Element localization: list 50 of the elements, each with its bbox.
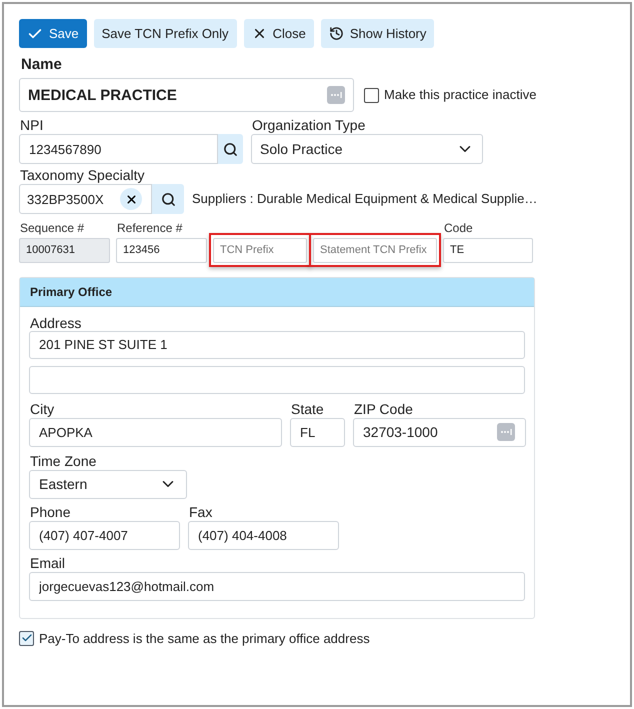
checkbox[interactable] — [19, 630, 34, 646]
field-label: NPI — [19, 117, 44, 133]
close-icon — [124, 192, 138, 206]
input-field[interactable]: jorgecuevas123@hotmail.com — [29, 572, 525, 600]
field-label: Address — [29, 314, 82, 330]
field-label: State — [290, 400, 325, 416]
input-field[interactable]: TE — [443, 238, 533, 262]
history-icon — [328, 26, 344, 41]
field-label: Fax — [188, 504, 214, 520]
field-label: Reference # — [116, 220, 184, 236]
input-field[interactable]: 123456 — [116, 238, 207, 262]
field-label: Phone — [29, 504, 72, 520]
input-field[interactable]: 201 PINE ST SUITE 1 — [29, 330, 525, 358]
checkbox-label: Make this practice inactive — [384, 86, 536, 104]
zip-field[interactable]: 32703-1000 — [353, 418, 526, 446]
search-icon — [223, 142, 238, 156]
taxonomy-description: Suppliers : Durable Medical Equipment & Medical Supplie… — [192, 190, 538, 208]
input-field[interactable]: 1234567890 — [19, 134, 218, 164]
field-label: Name — [20, 56, 63, 73]
search-icon — [160, 192, 176, 206]
field-label: City — [29, 400, 56, 416]
input-field[interactable]: FL — [290, 418, 345, 446]
clear-button[interactable] — [120, 188, 142, 210]
panel-header: Primary Office — [20, 278, 534, 306]
input-field[interactable]: (407) 404-4008 — [188, 520, 339, 550]
toolbar-button[interactable]: Close — [244, 19, 314, 48]
input-field[interactable]: Statement TCN Prefix — [313, 238, 437, 262]
input-field[interactable]: TCN Prefix — [213, 238, 307, 262]
input-field[interactable]: APOPKA — [29, 418, 282, 446]
field-label: Sequence # — [19, 220, 86, 236]
search-button[interactable] — [152, 184, 184, 214]
toolbar-button[interactable]: Save TCN Prefix Only — [94, 19, 237, 48]
text-input[interactable]: 332BP3500X — [20, 185, 120, 213]
field-label: Time Zone — [29, 452, 98, 468]
checkbox-label: Pay-To address is the same as the primary office address — [39, 630, 370, 648]
search-button[interactable] — [218, 134, 243, 164]
dropdown[interactable]: Eastern — [29, 470, 187, 498]
input-field[interactable]: (407) 407-4007 — [29, 520, 180, 550]
field-label: ZIP Code — [353, 400, 414, 416]
taxonomy-field[interactable]: 332BP3500X — [19, 184, 152, 214]
field-label: Taxonomy Specialty — [19, 167, 146, 183]
input-field[interactable] — [29, 366, 525, 394]
toolbar-button[interactable]: Save — [19, 19, 87, 48]
toolbar-button[interactable]: Show History — [320, 19, 434, 48]
field-label: Organization Type — [251, 117, 366, 133]
field-label: Email — [29, 554, 66, 570]
checkbox[interactable] — [364, 88, 379, 102]
field-label: Code — [443, 220, 474, 236]
text-input[interactable]: 32703-1000 — [354, 418, 497, 446]
dropdown[interactable]: Solo Practice — [251, 134, 483, 164]
